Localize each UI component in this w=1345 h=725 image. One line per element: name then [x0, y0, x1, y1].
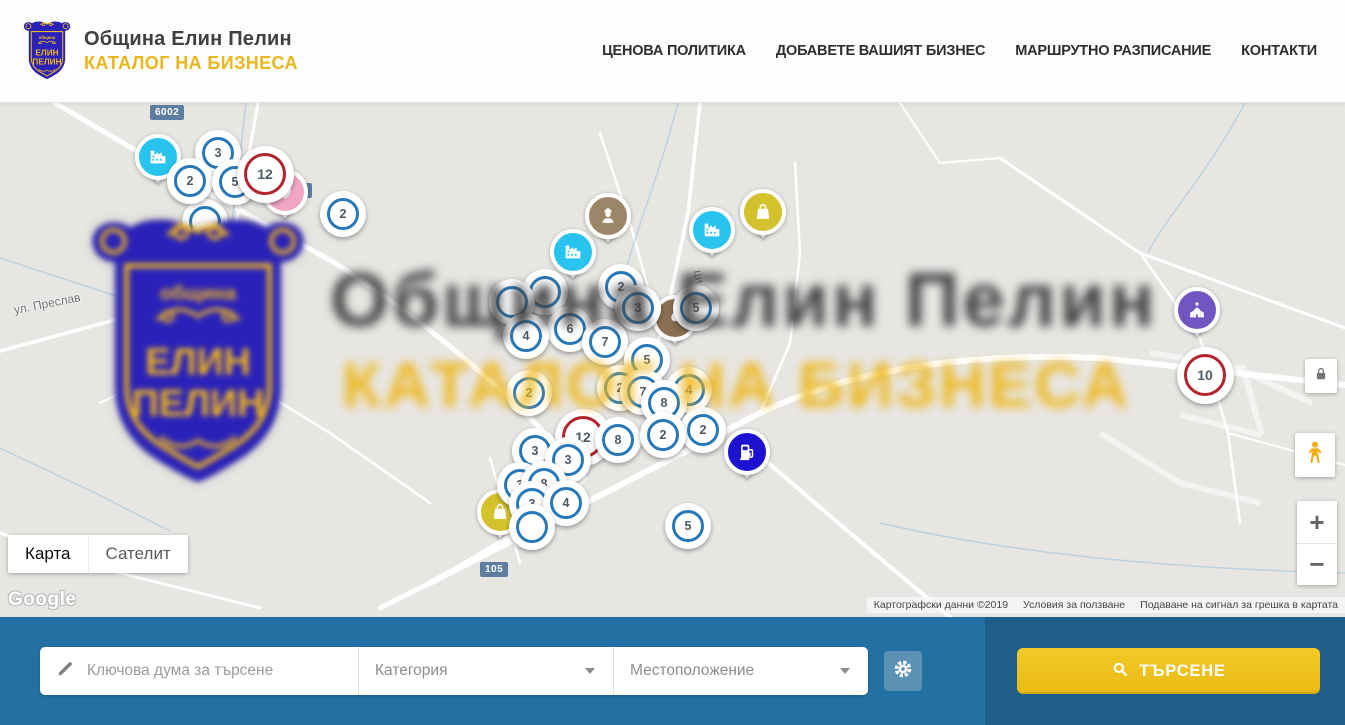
- location-select[interactable]: Местоположение: [613, 647, 868, 695]
- search-button[interactable]: ТЪРСЕНЕ: [1017, 648, 1320, 694]
- cluster-marker[interactable]: 5: [673, 285, 719, 331]
- search-button-label: ТЪРСЕНЕ: [1139, 662, 1225, 681]
- site-logo[interactable]: община ЕЛИН ПЕЛИН Община Елин Пелин КАТА…: [22, 20, 298, 82]
- cluster-marker[interactable]: 12: [237, 146, 294, 203]
- cluster-marker[interactable]: 2: [320, 191, 366, 237]
- google-logo[interactable]: Google: [8, 589, 76, 611]
- cluster-marker[interactable]: 4: [503, 313, 549, 359]
- chevron-down-icon: [585, 668, 595, 674]
- magnifier-icon: [1111, 660, 1129, 683]
- cluster-marker[interactable]: [186, 222, 232, 268]
- category-select[interactable]: Категория: [358, 647, 613, 695]
- factory-marker[interactable]: [550, 229, 596, 275]
- street-label: ци: [691, 269, 707, 285]
- search-pill: Категория Местоположение: [40, 647, 868, 695]
- attribution-copyright: Картографски данни ©2019: [874, 599, 1008, 611]
- nav-item-pricing[interactable]: ЦЕНОВА ПОЛИТИКА: [602, 43, 746, 59]
- cluster-marker[interactable]: 10: [1177, 347, 1234, 404]
- factory-marker[interactable]: [689, 207, 735, 253]
- cluster-marker[interactable]: 2: [640, 412, 686, 458]
- cluster-marker[interactable]: 2: [506, 370, 552, 416]
- road-badge: 6002: [150, 105, 184, 120]
- map-type-control: Карта Сателит: [8, 535, 188, 573]
- bag-marker[interactable]: [740, 189, 786, 235]
- attribution-terms-link[interactable]: Условия за ползване: [1023, 599, 1125, 611]
- map-type-satellite-button[interactable]: Сателит: [88, 535, 188, 573]
- cluster-marker[interactable]: 3: [615, 285, 661, 331]
- cluster-marker[interactable]: 8: [595, 417, 641, 463]
- road-badge: 105: [480, 562, 508, 577]
- municipality-crest-icon: община ЕЛИН ПЕЛИН: [22, 20, 72, 82]
- attribution-report-link[interactable]: Подаване на сигнал за грешка в картата: [1140, 599, 1338, 611]
- cluster-marker[interactable]: 2: [167, 158, 213, 204]
- pencil-icon: [56, 659, 75, 683]
- location-select-label: Местоположение: [630, 662, 754, 680]
- keyword-section: [40, 647, 358, 695]
- lock-icon: [1312, 365, 1330, 388]
- main-nav: ЦЕНОВА ПОЛИТИКА ДОБАВЕТЕ ВАШИЯТ БИЗНЕС МАР…: [602, 43, 1317, 59]
- chevron-down-icon: [840, 668, 850, 674]
- svg-text:ПЕЛИН: ПЕЛИН: [32, 58, 61, 67]
- nav-item-schedule[interactable]: МАРШРУТНО РАЗПИСАНИЕ: [1015, 43, 1211, 59]
- church-marker[interactable]: [1174, 287, 1220, 333]
- site-subtitle: КАТАЛОГ НА БИЗНЕСА: [84, 53, 298, 74]
- keyword-search-input[interactable]: [87, 662, 327, 680]
- cluster-marker[interactable]: 2: [680, 407, 726, 453]
- fuel-marker[interactable]: [724, 429, 770, 475]
- map-type-map-button[interactable]: Карта: [8, 535, 88, 573]
- zoom-in-button[interactable]: +: [1297, 501, 1337, 543]
- street-label: ул. Преслав: [13, 290, 82, 317]
- cluster-marker[interactable]: 7: [582, 319, 628, 365]
- map-canvas[interactable]: 60021105ул. Преславцибул. „Новосел325122…: [0, 103, 1345, 617]
- svg-text:ЕЛИН: ЕЛИН: [35, 49, 58, 58]
- pegman-icon: [1301, 439, 1329, 472]
- zoom-out-button[interactable]: −: [1297, 543, 1337, 585]
- gear-icon: [892, 658, 914, 685]
- lock-button[interactable]: [1305, 359, 1337, 393]
- nav-item-add-business[interactable]: ДОБАВЕТЕ ВАШИЯТ БИЗНЕС: [776, 43, 985, 59]
- cluster-marker[interactable]: [509, 504, 555, 550]
- nav-item-contacts[interactable]: КОНТАКТИ: [1241, 43, 1317, 59]
- map-attribution: Картографски данни ©2019 Условия за полз…: [867, 597, 1345, 613]
- search-bar: Категория Местоположение ТЪРСЕНЕ: [0, 617, 1345, 725]
- advanced-settings-button[interactable]: [884, 651, 922, 691]
- site-title: Община Елин Пелин: [84, 28, 298, 51]
- category-select-label: Категория: [375, 662, 447, 680]
- svg-text:община: община: [39, 35, 56, 40]
- map-layer: 60021105ул. Преславцибул. „Новосел325122…: [0, 103, 1345, 617]
- header: община ЕЛИН ПЕЛИН Община Елин Пелин КАТА…: [0, 0, 1345, 103]
- street-view-pegman-button[interactable]: [1295, 433, 1335, 477]
- zoom-control: + −: [1297, 501, 1337, 585]
- cluster-marker[interactable]: 5: [665, 503, 711, 549]
